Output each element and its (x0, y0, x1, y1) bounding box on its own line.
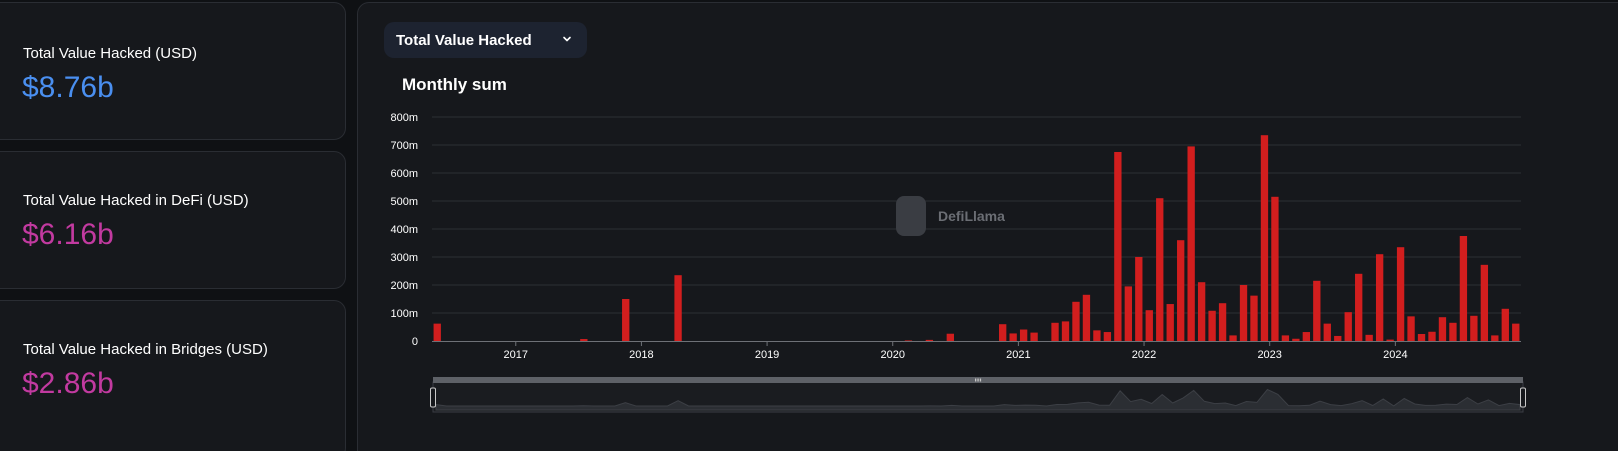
bar (1030, 332, 1038, 341)
bars (433, 135, 1520, 341)
bar (1396, 247, 1405, 341)
slider-grip-icon[interactable] (975, 378, 982, 382)
y-tick-label: 600m (390, 168, 418, 180)
y-tick-label: 500m (390, 196, 418, 208)
y-tick-label: 100m (390, 308, 418, 320)
slider-left-handle[interactable] (430, 387, 436, 408)
bar (1061, 321, 1070, 341)
bar (1103, 332, 1112, 341)
y-tick-label: 200m (390, 280, 418, 292)
bar (1386, 339, 1394, 341)
bar (904, 340, 913, 341)
bar (1480, 264, 1489, 341)
bar (1449, 322, 1457, 341)
bar (1428, 331, 1436, 341)
bar (1114, 152, 1122, 341)
y-tick-label: 300m (390, 252, 418, 264)
bar (1344, 312, 1352, 341)
bar (1260, 135, 1269, 341)
x-tick-label: 2019 (755, 349, 779, 361)
bar (1166, 304, 1174, 341)
x-axis: 2017 2018 2019 2020 2021 2022 2023 2024 (504, 341, 1408, 361)
x-tick-label: 2021 (1006, 349, 1030, 361)
chart-svg: 0 100m 200m 300m 400m 500m 600m 700m 800m DefiLl… (390, 112, 1526, 413)
bar (1093, 330, 1101, 341)
bar (999, 324, 1007, 341)
bar (1250, 295, 1258, 341)
bar (433, 323, 441, 341)
zoom-slider[interactable] (430, 377, 1526, 413)
bar (674, 275, 682, 341)
x-tick-label: 2022 (1132, 349, 1156, 361)
bar (1187, 146, 1195, 341)
bar (1292, 338, 1300, 341)
bar (1208, 310, 1216, 341)
x-tick-label: 2024 (1383, 349, 1407, 361)
bar (1417, 334, 1426, 341)
watermark: DefiLlama (896, 196, 1005, 236)
y-tick-label: 800m (390, 112, 418, 124)
x-tick-label: 2018 (629, 349, 653, 361)
bar (1135, 257, 1143, 341)
bar (925, 339, 934, 341)
watermark-text: DefiLlama (938, 208, 1005, 224)
bar (1009, 333, 1017, 341)
bar (1302, 332, 1311, 341)
bar (1072, 301, 1080, 341)
bar (580, 339, 588, 341)
y-tick-label: 0 (412, 336, 418, 348)
bar (1124, 286, 1132, 341)
bar (1229, 335, 1237, 341)
bar (1281, 335, 1290, 341)
bar (1218, 303, 1227, 341)
x-tick-label: 2017 (504, 349, 528, 361)
bar (1355, 273, 1363, 341)
y-axis: 0 100m 200m 300m 400m 500m 600m 700m 800m (390, 112, 418, 348)
bar (1438, 317, 1447, 341)
bar (1271, 196, 1279, 341)
bar (1407, 316, 1415, 341)
bar (1145, 310, 1153, 341)
x-tick-label: 2020 (880, 349, 904, 361)
bar (1334, 335, 1342, 341)
bar (1313, 280, 1321, 341)
bar (1323, 323, 1331, 341)
bar (1470, 315, 1478, 341)
bar (622, 299, 630, 341)
bar (1156, 198, 1164, 341)
bar (1512, 323, 1520, 341)
bar (1375, 254, 1384, 341)
x-tick-label: 2023 (1257, 349, 1281, 361)
bar (946, 333, 954, 341)
bar (1459, 236, 1468, 341)
llama-logo-icon (896, 196, 926, 236)
bar (1365, 334, 1373, 341)
y-tick-label: 700m (390, 140, 418, 152)
bar (1491, 335, 1499, 341)
bar (1239, 285, 1248, 341)
y-tick-label: 400m (390, 224, 418, 236)
bar (1177, 240, 1185, 341)
bar (1019, 329, 1028, 341)
bar (1197, 282, 1206, 341)
bar (1082, 294, 1091, 341)
bar (1051, 322, 1059, 341)
slider-right-handle[interactable] (1520, 387, 1526, 408)
bar (1501, 308, 1509, 341)
